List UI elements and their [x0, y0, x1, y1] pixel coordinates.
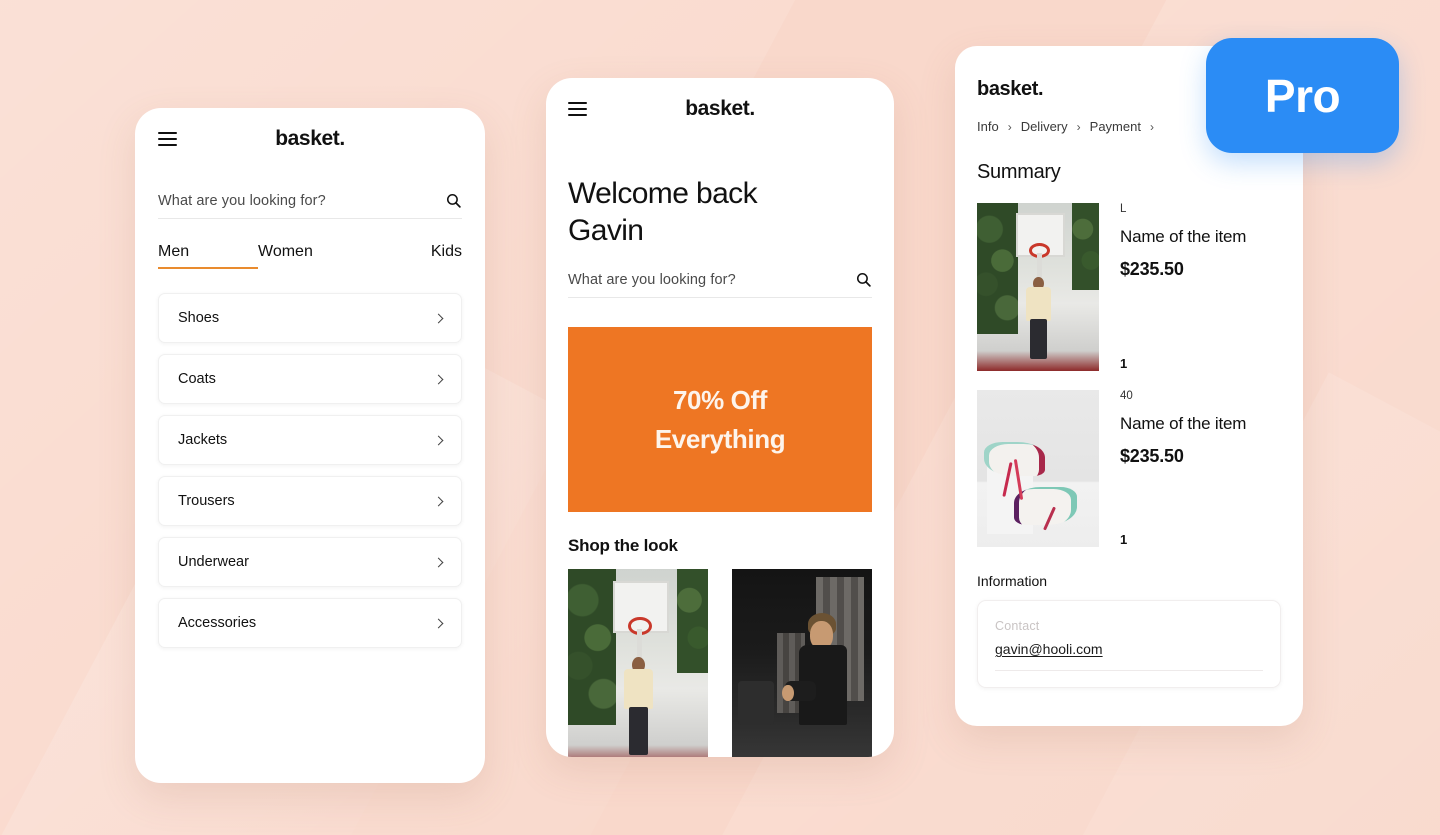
breadcrumb-item-info[interactable]: Info: [977, 119, 999, 134]
item-details: L Name of the item $235.50 1: [1120, 203, 1281, 371]
chevron-right-icon: [433, 557, 444, 567]
chevron-right-icon: ›: [1149, 119, 1154, 134]
field-divider: [995, 670, 1263, 671]
item-quantity: 1: [1120, 532, 1128, 547]
breadcrumb-item-payment[interactable]: Payment: [1090, 119, 1141, 134]
chevron-right-icon: ›: [1076, 119, 1081, 134]
chevron-right-icon: ›: [1007, 119, 1012, 134]
contact-email-value[interactable]: gavin@hooli.com: [995, 641, 1263, 657]
chevron-right-icon: [433, 313, 444, 323]
search-input[interactable]: What are you looking for?: [568, 271, 872, 299]
tab-women[interactable]: Women: [258, 243, 431, 267]
category-label: Jackets: [178, 432, 228, 448]
colorful-sneakers-photo: [977, 390, 1099, 547]
item-thumbnail[interactable]: [977, 390, 1099, 547]
summary-title: Summary: [977, 161, 1061, 183]
chevron-right-icon: [433, 496, 444, 506]
item-name: Name of the item: [1120, 227, 1247, 246]
shop-look-card[interactable]: [568, 569, 708, 757]
search-placeholder: What are you looking for?: [158, 193, 326, 209]
item-variant: 40: [1120, 390, 1133, 402]
category-list: Shoes Coats Jackets Trousers Underwear A…: [158, 293, 462, 648]
contact-field-label: Contact: [995, 619, 1040, 633]
item-price: $235.50: [1120, 446, 1184, 467]
app-brand-logo: basket.: [685, 97, 755, 120]
category-item-underwear[interactable]: Underwear: [158, 537, 462, 587]
pro-badge-label: Pro: [1264, 69, 1341, 122]
shop-the-look-grid: [568, 569, 872, 757]
search-icon[interactable]: [445, 192, 462, 209]
information-title: Information: [977, 573, 1048, 589]
information-card: Contact gavin@hooli.com: [977, 600, 1281, 688]
welcome-line-2: Gavin: [568, 213, 644, 247]
item-price: $235.50: [1120, 259, 1184, 280]
category-item-trousers[interactable]: Trousers: [158, 476, 462, 526]
category-label: Accessories: [178, 615, 257, 631]
item-quantity: 1: [1120, 356, 1128, 371]
breadcrumb-item-delivery[interactable]: Delivery: [1021, 119, 1068, 134]
search-placeholder: What are you looking for?: [568, 272, 736, 289]
category-item-accessories[interactable]: Accessories: [158, 598, 462, 648]
search-input[interactable]: What are you looking for?: [158, 192, 462, 219]
seated-model-dark-photo: [732, 569, 872, 757]
welcome-heading: Welcome back Gavin: [568, 176, 872, 249]
promo-line-1: 70% Off: [672, 384, 767, 415]
category-label: Coats: [178, 371, 216, 387]
promo-banner[interactable]: 70% Off Everything: [568, 327, 872, 513]
summary-item-row: L Name of the item $235.50 1: [977, 203, 1281, 371]
item-name: Name of the item: [1120, 414, 1247, 433]
basketball-court-photo: [568, 569, 708, 757]
category-item-shoes[interactable]: Shoes: [158, 293, 462, 343]
item-thumbnail[interactable]: [977, 203, 1099, 371]
left-topbar: basket.: [158, 108, 462, 170]
tab-men[interactable]: Men: [158, 243, 258, 269]
basketball-court-photo: [977, 203, 1099, 371]
item-details: 40 Name of the item $235.50 1: [1120, 390, 1281, 547]
promo-text: 70% Off Everything: [654, 381, 786, 459]
chevron-right-icon: [433, 435, 444, 445]
category-label: Underwear: [178, 554, 249, 570]
app-brand-logo: basket.: [275, 127, 345, 150]
chevron-right-icon: [433, 374, 444, 384]
phone-mockup-home: basket. Welcome back Gavin What are you …: [546, 78, 894, 757]
shop-the-look-title: Shop the look: [568, 536, 678, 556]
category-label: Trousers: [178, 493, 235, 509]
pro-badge[interactable]: Pro: [1206, 38, 1399, 153]
category-item-jackets[interactable]: Jackets: [158, 415, 462, 465]
mid-topbar: basket.: [568, 78, 872, 140]
promo-line-2: Everything: [654, 423, 786, 454]
category-item-coats[interactable]: Coats: [158, 354, 462, 404]
summary-item-row: 40 Name of the item $235.50 1: [977, 390, 1281, 547]
phone-mockup-categories: basket. What are you looking for? Men Wo…: [135, 108, 485, 783]
item-variant: L: [1120, 203, 1127, 215]
shop-look-card[interactable]: [732, 569, 872, 757]
screen-canvas: basket. What are you looking for? Men Wo…: [0, 0, 1440, 835]
welcome-line-1: Welcome back: [568, 177, 758, 210]
category-gender-tabs: Men Women Kids: [158, 243, 462, 269]
tab-kids[interactable]: Kids: [431, 243, 462, 267]
search-icon[interactable]: [855, 271, 872, 288]
category-label: Shoes: [178, 310, 220, 326]
chevron-right-icon: [433, 618, 444, 628]
